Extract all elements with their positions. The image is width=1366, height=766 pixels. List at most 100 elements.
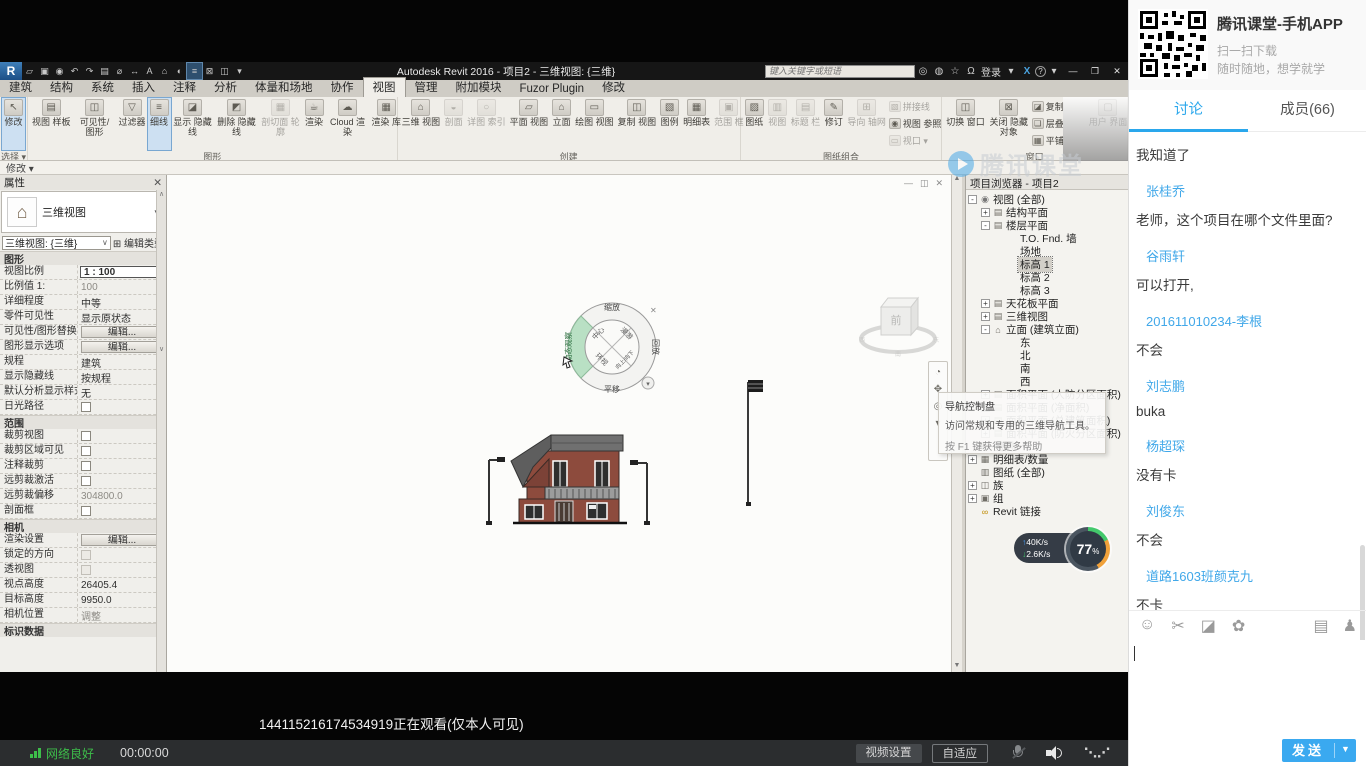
close-hidden-windows-icon[interactable]: ⊠: [202, 63, 217, 79]
ribbon-button[interactable]: ▧图例: [658, 98, 681, 150]
subscription-center-icon[interactable]: ◍: [931, 66, 947, 77]
ribbon-button[interactable]: ◪显示 隐藏线: [171, 98, 215, 150]
property-row[interactable]: 比例值 1:100: [0, 280, 166, 295]
cpu-gauge[interactable]: 77%: [1066, 527, 1110, 571]
print-icon[interactable]: ▤: [97, 63, 112, 79]
screenshot-icon[interactable]: ✂: [1171, 616, 1184, 636]
ribbon-group-label[interactable]: 选择 ▾: [0, 150, 27, 160]
search-icon[interactable]: ◎: [915, 66, 931, 77]
ribbon-button[interactable]: ▽过滤器: [117, 98, 148, 150]
send-options-icon[interactable]: ▼: [1335, 739, 1356, 762]
ribbon-tab[interactable]: 插入: [123, 78, 164, 97]
property-row[interactable]: 可见性/图形替换编辑...: [0, 325, 166, 340]
text-icon[interactable]: A: [142, 63, 157, 79]
property-row[interactable]: 注释裁剪: [0, 459, 166, 474]
tree-item[interactable]: 南: [968, 362, 1128, 375]
ribbon-button[interactable]: ○详图 索引: [465, 98, 508, 150]
ribbon-tab[interactable]: 协作: [322, 78, 363, 97]
property-row[interactable]: 默认分析显示样式无: [0, 385, 166, 400]
ribbon-tab[interactable]: 附加模块: [447, 78, 511, 97]
close-button[interactable]: ✕: [1106, 66, 1128, 77]
tree-expander[interactable]: +: [968, 481, 977, 490]
qat-dropdown-icon[interactable]: ▾: [232, 63, 247, 79]
section-header-camera[interactable]: 相机: [4, 519, 24, 534]
signin-dropdown-icon[interactable]: ▾: [1003, 66, 1019, 77]
wheel-menu-icon[interactable]: ▾: [646, 381, 650, 388]
chat-username[interactable]: 201611010234-李根: [1146, 311, 1361, 330]
ribbon-button[interactable]: ▱平面 视图: [508, 98, 551, 150]
tree-expander[interactable]: +: [968, 494, 977, 503]
ribbon-button[interactable]: ▧拼接线: [888, 98, 944, 115]
exchange-apps-icon[interactable]: X: [1019, 66, 1035, 77]
ribbon-group-label[interactable]: 创建: [398, 150, 740, 160]
tree-expander[interactable]: -: [968, 195, 977, 204]
properties-scrollbar[interactable]: ∧∨: [156, 190, 166, 672]
mic-muted-icon[interactable]: [1012, 745, 1024, 761]
help-icon[interactable]: ?: [1035, 66, 1046, 77]
restore-button[interactable]: ❐: [1084, 66, 1106, 77]
type-selector[interactable]: ⌂ 三维视图 ▾: [1, 191, 165, 233]
ribbon-button[interactable]: ☁Cloud 渲染: [326, 98, 370, 150]
property-row[interactable]: 裁剪区域可见: [0, 444, 166, 459]
property-row[interactable]: 相机位置调整: [0, 608, 166, 623]
property-row[interactable]: 剖面框: [0, 504, 166, 519]
ribbon-tab[interactable]: Fuzor Plugin: [511, 82, 594, 97]
house-model[interactable]: [467, 415, 667, 540]
sync-icon[interactable]: ◉: [52, 63, 67, 79]
image-icon[interactable]: ◪: [1201, 616, 1216, 636]
ribbon-button[interactable]: ▭视口 ▾: [888, 132, 944, 149]
wheel-zoom-label[interactable]: 缩放: [604, 302, 620, 312]
help-dropdown-icon[interactable]: ▾: [1046, 66, 1062, 77]
member-card-icon[interactable]: ▤: [1314, 616, 1329, 636]
steering-wheel-icon[interactable]: ◔: [935, 367, 941, 378]
modify-context-label[interactable]: 修改 ▾: [6, 160, 34, 175]
undo-icon[interactable]: ↶: [67, 63, 82, 79]
property-row[interactable]: 显示隐藏线按规程: [0, 370, 166, 385]
ribbon-button[interactable]: ⊞导向 轴网: [845, 98, 888, 150]
ribbon-tab[interactable]: 结构: [41, 78, 82, 97]
ribbon-button[interactable]: ▦剖切面 轮廓: [259, 98, 303, 150]
video-settings-button[interactable]: 视频设置: [856, 744, 922, 763]
chat-username[interactable]: 谷雨轩: [1146, 246, 1361, 265]
restore-icon[interactable]: ◫: [920, 178, 929, 189]
minimize-icon[interactable]: —: [904, 178, 913, 189]
viewcube[interactable]: 前 西 东 南: [853, 287, 943, 359]
section-header-extents[interactable]: 范围: [4, 415, 24, 430]
property-row[interactable]: 透视图: [0, 563, 166, 578]
property-row[interactable]: 渲染设置编辑...: [0, 533, 166, 548]
instance-selector[interactable]: 三维视图: {三维}∨: [2, 236, 111, 250]
switch-windows-icon[interactable]: ◫: [217, 63, 232, 79]
section-header-identity[interactable]: 标识数据: [4, 623, 44, 638]
section-header-graphics[interactable]: 图形: [4, 251, 24, 266]
tab-discussion[interactable]: 讨论: [1129, 90, 1248, 131]
wheel-rewind-label[interactable]: 回放: [651, 339, 661, 355]
property-row[interactable]: 锁定的方向: [0, 548, 166, 563]
ribbon-button[interactable]: ▨图纸: [743, 98, 766, 150]
viewcube-west-label[interactable]: 西: [859, 337, 865, 344]
favorites-icon[interactable]: ☆: [947, 66, 963, 77]
chat-input[interactable]: [1129, 640, 1366, 738]
close-icon[interactable]: ✕: [935, 178, 943, 189]
property-row[interactable]: 详细程度中等: [0, 295, 166, 310]
ribbon-tab[interactable]: 分析: [205, 78, 246, 97]
send-button[interactable]: 发送 ▼: [1282, 739, 1356, 762]
property-row[interactable]: 视点高度26405.4: [0, 578, 166, 593]
property-row[interactable]: 裁剪视图: [0, 429, 166, 444]
ribbon-button[interactable]: ▤视图 样板: [30, 98, 73, 150]
wheel-close-icon[interactable]: ✕: [650, 306, 657, 315]
member-icon[interactable]: ♟: [1343, 616, 1357, 636]
help-search-input[interactable]: [765, 65, 915, 78]
ribbon-tab[interactable]: 管理: [406, 78, 447, 97]
property-row[interactable]: 零件可见性显示原状态: [0, 310, 166, 325]
flower-icon[interactable]: ✿: [1232, 616, 1245, 636]
viewcube-front-face[interactable]: 前: [891, 313, 902, 327]
speaker-icon[interactable]: [1046, 746, 1064, 760]
ribbon-button[interactable]: ▤标题 栏: [789, 98, 823, 150]
property-row[interactable]: 远剪裁偏移304800.0: [0, 489, 166, 504]
ribbon-tab[interactable]: 注释: [164, 78, 205, 97]
emoji-icon[interactable]: ☺: [1139, 616, 1155, 636]
tree-expander[interactable]: +: [981, 312, 990, 321]
property-row[interactable]: 视图比例1 : 100: [0, 265, 166, 280]
ribbon-button[interactable]: ▥视图: [766, 98, 789, 150]
ribbon-group-label[interactable]: 图形: [28, 150, 397, 160]
